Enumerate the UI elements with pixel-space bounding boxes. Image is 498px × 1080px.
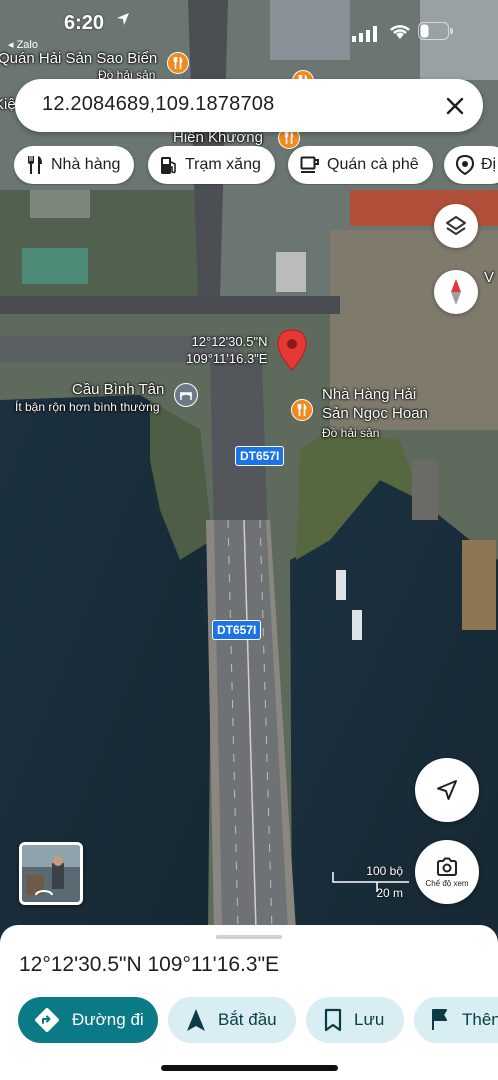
- search-bar[interactable]: 12.2084689,109.1878708: [15, 79, 483, 132]
- start-label: Bắt đầu: [218, 1010, 277, 1029]
- street-view-thumbnail[interactable]: [19, 842, 83, 905]
- cellular-signal-icon: [352, 26, 377, 42]
- pin-coordinates-label: 12°12'30.5"N 109°11'16.3"E: [186, 333, 267, 367]
- chip-coffee[interactable]: Quán cà phê: [288, 146, 433, 184]
- battery-icon: [418, 22, 453, 40]
- map-scale: 100 bộ 20 m: [331, 862, 411, 900]
- search-query-text[interactable]: 12.2084689,109.1878708: [42, 93, 274, 116]
- back-to-app-link[interactable]: ◂ Zalo: [8, 38, 38, 51]
- dropped-pin-icon[interactable]: [276, 328, 308, 372]
- poi-label-ngoc-hoan-line2[interactable]: Sản Ngọc Hoan: [322, 405, 428, 423]
- camera-icon: [437, 857, 457, 876]
- chip-label: Nhà hàng: [51, 156, 121, 173]
- add-label-label: Thên: [462, 1010, 498, 1029]
- start-button[interactable]: Bắt đầu: [168, 997, 296, 1043]
- directions-button[interactable]: Đường đi: [18, 997, 158, 1043]
- save-button[interactable]: Lưu: [306, 997, 404, 1043]
- my-location-button[interactable]: [415, 758, 479, 822]
- poi-label-cau-binh-tan[interactable]: Cầu Bình Tân: [72, 381, 164, 399]
- fork-knife-icon: [173, 57, 183, 69]
- restaurant-marker-ngoc-hoan[interactable]: [291, 399, 313, 421]
- pin-latitude: 12°12'30.5"N: [191, 334, 268, 349]
- add-label-button[interactable]: Thên: [414, 997, 498, 1043]
- fork-knife-icon: [284, 132, 294, 144]
- gas-station-icon: [161, 157, 176, 174]
- restaurant-marker-sao-bien[interactable]: [167, 52, 189, 74]
- bookmark-icon: [324, 1008, 342, 1032]
- layers-icon: [446, 216, 466, 235]
- save-label: Lưu: [354, 1010, 385, 1029]
- wifi-icon: [390, 25, 410, 39]
- place-title: 12°12'30.5"N 109°11'16.3"E: [19, 953, 280, 976]
- flag-icon: [432, 1009, 447, 1030]
- fork-knife-icon: [297, 404, 307, 416]
- compass-icon: [451, 279, 461, 305]
- map-edge-label-right: V: [484, 269, 495, 286]
- directions-icon: [35, 1008, 59, 1032]
- poi-label-sao-bien[interactable]: Quán Hải Sản Sao Biển: [0, 50, 157, 68]
- chip-gas-stations[interactable]: Trạm xăng: [148, 146, 275, 184]
- action-buttons: Đường đi Bắt đầu Lưu Thên: [18, 997, 498, 1043]
- directions-label: Đường đi: [72, 1010, 144, 1029]
- camera-pin-icon: [456, 155, 474, 175]
- home-indicator[interactable]: [161, 1065, 338, 1071]
- navigation-arrow-icon: [187, 1009, 205, 1031]
- bridge-icon: [179, 392, 193, 400]
- sheet-drag-handle[interactable]: [216, 935, 282, 939]
- chip-label: Đị: [481, 156, 497, 173]
- look-around-button[interactable]: Chế độ xem: [415, 840, 479, 904]
- location-services-icon: [117, 13, 129, 25]
- street-view-photo: [22, 845, 80, 902]
- status-bar: 6:20 ◂ Zalo: [0, 0, 498, 51]
- chip-attractions[interactable]: Đị: [444, 146, 498, 184]
- coffee-cup-icon: [300, 156, 319, 173]
- compass-button[interactable]: [434, 270, 478, 314]
- look-around-label: Chế độ xem: [425, 878, 469, 888]
- status-time: 6:20: [64, 12, 105, 34]
- place-bottom-sheet[interactable]: 12°12'30.5"N 109°11'16.3"E Đường đi Bắt …: [0, 925, 498, 1080]
- road-shield: DT657I: [212, 620, 262, 640]
- scale-bar: [332, 872, 409, 892]
- chip-restaurants[interactable]: Nhà hàng: [14, 146, 135, 184]
- pin-longitude: 109°11'16.3"E: [186, 351, 268, 366]
- navigation-arrow-icon: [437, 780, 457, 800]
- chip-label: Quán cà phê: [327, 156, 419, 173]
- chip-label: Trạm xăng: [185, 156, 261, 173]
- layers-button[interactable]: [434, 204, 478, 248]
- fork-knife-icon: [28, 156, 42, 174]
- poi-sublabel-cau-binh-tan: Ít bận rộn hơn bình thường: [15, 400, 160, 414]
- bridge-marker-cau-binh-tan[interactable]: [174, 383, 198, 407]
- poi-label-ngoc-hoan-line1[interactable]: Nhà Hàng Hải: [322, 386, 416, 404]
- poi-sublabel-ngoc-hoan: Đồ hải sản: [322, 426, 380, 440]
- category-chips: Nhà hàng Trạm xăng Quán cà phê Đị: [14, 146, 498, 185]
- map-edge-label-left: Kiệ: [0, 96, 16, 113]
- road-shield: DT657I: [235, 446, 285, 466]
- close-icon[interactable]: [441, 92, 469, 120]
